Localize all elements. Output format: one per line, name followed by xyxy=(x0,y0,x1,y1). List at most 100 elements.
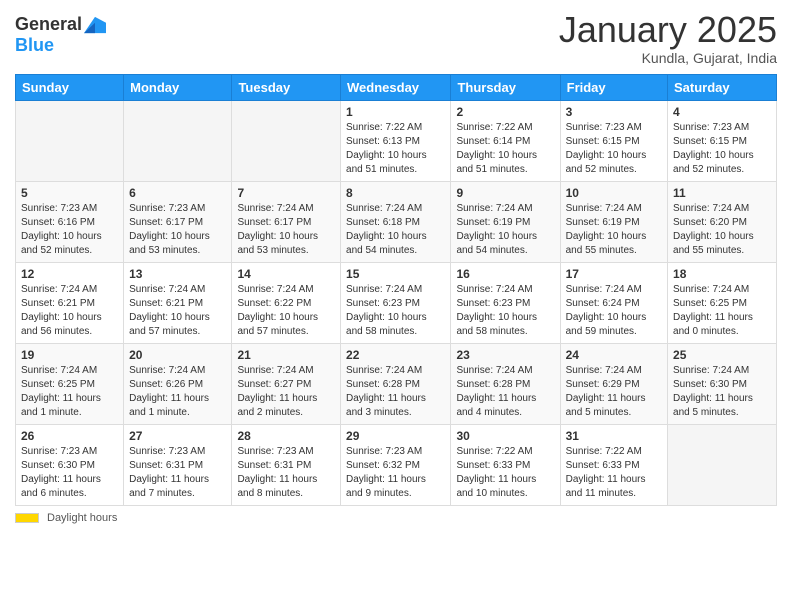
logo-icon xyxy=(84,14,106,36)
daylight-bar-icon xyxy=(15,513,39,523)
day-number: 12 xyxy=(21,267,118,281)
calendar-header-row: Sunday Monday Tuesday Wednesday Thursday… xyxy=(16,74,777,100)
table-row: 2 Sunrise: 7:22 AM Sunset: 6:14 PM Daylig… xyxy=(451,100,560,181)
logo-blue-text: Blue xyxy=(15,36,54,56)
header: General Blue January 2025 Kundla, Gujara… xyxy=(15,10,777,66)
day-number: 6 xyxy=(129,186,226,200)
table-row xyxy=(124,100,232,181)
table-row: 31 Sunrise: 7:22 AM Sunset: 6:33 PM Dayli… xyxy=(560,424,667,505)
day-number: 14 xyxy=(237,267,335,281)
table-row: 27Sunrise: 7:23 AM Sunset: 6:31 PM Dayli… xyxy=(124,424,232,505)
day-number: 8 xyxy=(346,186,445,200)
table-row: 28 Sunrise: 7:23 AM Sunset: 6:31 PM Dayli… xyxy=(232,424,341,505)
day-info: Sunrise: 7:24 AM Sunset: 6:23 PM Dayligh… xyxy=(346,283,445,339)
day-number: 2 xyxy=(456,105,554,119)
table-row: 4Sunrise: 7:23 AM Sunset: 6:15 PM Daylig… xyxy=(668,100,777,181)
day-number: 27 xyxy=(129,429,226,443)
table-row: 23Sunrise: 7:24 AM Sunset: 6:28 PM Dayli… xyxy=(451,343,560,424)
header-friday: Friday xyxy=(560,74,667,100)
day-info: Sunrise: 7:24 AM Sunset: 6:25 PM Dayligh… xyxy=(673,283,771,339)
calendar-table: Sunday Monday Tuesday Wednesday Thursday… xyxy=(15,74,777,506)
calendar-week-row: 12 Sunrise: 7:24 AM Sunset: 6:21 PM Dayli… xyxy=(16,262,777,343)
day-info: Sunrise: 7:23 AM Sunset: 6:16 PM Dayligh… xyxy=(21,202,118,258)
header-thursday: Thursday xyxy=(451,74,560,100)
day-number: 18 xyxy=(673,267,771,281)
day-number: 15 xyxy=(346,267,445,281)
day-info: Sunrise: 7:23 AM Sunset: 6:15 PM Dayligh… xyxy=(673,121,771,177)
day-number: 17 xyxy=(566,267,662,281)
table-row: 13 Sunrise: 7:24 AM Sunset: 6:21 PM Dayli… xyxy=(124,262,232,343)
table-row xyxy=(16,100,124,181)
table-row: 6 Sunrise: 7:23 AM Sunset: 6:17 PM Daylig… xyxy=(124,181,232,262)
day-info: Sunrise: 7:24 AM Sunset: 6:21 PM Dayligh… xyxy=(21,283,118,339)
header-saturday: Saturday xyxy=(668,74,777,100)
day-info: Sunrise: 7:24 AM Sunset: 6:27 PM Dayligh… xyxy=(237,364,335,420)
day-info: Sunrise: 7:24 AM Sunset: 6:28 PM Dayligh… xyxy=(346,364,445,420)
day-number: 28 xyxy=(237,429,335,443)
table-row: 12 Sunrise: 7:24 AM Sunset: 6:21 PM Dayli… xyxy=(16,262,124,343)
day-number: 29 xyxy=(346,429,445,443)
day-info: Sunrise: 7:22 AM Sunset: 6:33 PM Dayligh… xyxy=(566,445,662,501)
table-row: 10Sunrise: 7:24 AM Sunset: 6:19 PM Dayli… xyxy=(560,181,667,262)
header-tuesday: Tuesday xyxy=(232,74,341,100)
calendar-week-row: 5Sunrise: 7:23 AM Sunset: 6:16 PM Daylig… xyxy=(16,181,777,262)
page: General Blue January 2025 Kundla, Gujara… xyxy=(0,0,792,612)
month-title: January 2025 xyxy=(559,10,777,50)
day-info: Sunrise: 7:24 AM Sunset: 6:25 PM Dayligh… xyxy=(21,364,118,420)
table-row: 17 Sunrise: 7:24 AM Sunset: 6:24 PM Dayli… xyxy=(560,262,667,343)
day-info: Sunrise: 7:24 AM Sunset: 6:30 PM Dayligh… xyxy=(673,364,771,420)
footer: Daylight hours xyxy=(15,512,777,524)
day-info: Sunrise: 7:24 AM Sunset: 6:19 PM Dayligh… xyxy=(456,202,554,258)
day-info: Sunrise: 7:23 AM Sunset: 6:17 PM Dayligh… xyxy=(129,202,226,258)
table-row: 5Sunrise: 7:23 AM Sunset: 6:16 PM Daylig… xyxy=(16,181,124,262)
day-number: 13 xyxy=(129,267,226,281)
day-number: 20 xyxy=(129,348,226,362)
logo: General Blue xyxy=(15,14,106,56)
day-number: 25 xyxy=(673,348,771,362)
day-info: Sunrise: 7:23 AM Sunset: 6:30 PM Dayligh… xyxy=(21,445,118,501)
day-number: 16 xyxy=(456,267,554,281)
table-row: 9 Sunrise: 7:24 AM Sunset: 6:19 PM Daylig… xyxy=(451,181,560,262)
footer-row: Daylight hours xyxy=(15,512,777,524)
day-number: 3 xyxy=(566,105,662,119)
day-number: 9 xyxy=(456,186,554,200)
table-row: 30Sunrise: 7:22 AM Sunset: 6:33 PM Dayli… xyxy=(451,424,560,505)
table-row: 3 Sunrise: 7:23 AM Sunset: 6:15 PM Daylig… xyxy=(560,100,667,181)
table-row: 18 Sunrise: 7:24 AM Sunset: 6:25 PM Dayli… xyxy=(668,262,777,343)
day-info: Sunrise: 7:24 AM Sunset: 6:18 PM Dayligh… xyxy=(346,202,445,258)
table-row: 1Sunrise: 7:22 AM Sunset: 6:13 PM Daylig… xyxy=(341,100,451,181)
day-info: Sunrise: 7:23 AM Sunset: 6:31 PM Dayligh… xyxy=(237,445,335,501)
table-row: 19 Sunrise: 7:24 AM Sunset: 6:25 PM Dayli… xyxy=(16,343,124,424)
table-row: 24Sunrise: 7:24 AM Sunset: 6:29 PM Dayli… xyxy=(560,343,667,424)
header-wednesday: Wednesday xyxy=(341,74,451,100)
table-row: 14 Sunrise: 7:24 AM Sunset: 6:22 PM Dayli… xyxy=(232,262,341,343)
day-info: Sunrise: 7:23 AM Sunset: 6:32 PM Dayligh… xyxy=(346,445,445,501)
day-info: Sunrise: 7:24 AM Sunset: 6:22 PM Dayligh… xyxy=(237,283,335,339)
day-info: Sunrise: 7:22 AM Sunset: 6:33 PM Dayligh… xyxy=(456,445,554,501)
day-number: 19 xyxy=(21,348,118,362)
day-info: Sunrise: 7:22 AM Sunset: 6:13 PM Dayligh… xyxy=(346,121,445,177)
table-row: 29 Sunrise: 7:23 AM Sunset: 6:32 PM Dayli… xyxy=(341,424,451,505)
day-info: Sunrise: 7:24 AM Sunset: 6:21 PM Dayligh… xyxy=(129,283,226,339)
day-info: Sunrise: 7:24 AM Sunset: 6:23 PM Dayligh… xyxy=(456,283,554,339)
table-row: 26Sunrise: 7:23 AM Sunset: 6:30 PM Dayli… xyxy=(16,424,124,505)
day-info: Sunrise: 7:24 AM Sunset: 6:17 PM Dayligh… xyxy=(237,202,335,258)
table-row: 8 Sunrise: 7:24 AM Sunset: 6:18 PM Daylig… xyxy=(341,181,451,262)
day-number: 7 xyxy=(237,186,335,200)
day-info: Sunrise: 7:23 AM Sunset: 6:15 PM Dayligh… xyxy=(566,121,662,177)
day-info: Sunrise: 7:24 AM Sunset: 6:19 PM Dayligh… xyxy=(566,202,662,258)
day-info: Sunrise: 7:22 AM Sunset: 6:14 PM Dayligh… xyxy=(456,121,554,177)
day-number: 31 xyxy=(566,429,662,443)
table-row: 11Sunrise: 7:24 AM Sunset: 6:20 PM Dayli… xyxy=(668,181,777,262)
logo-general-text: General xyxy=(15,15,82,35)
calendar-week-row: 1Sunrise: 7:22 AM Sunset: 6:13 PM Daylig… xyxy=(16,100,777,181)
calendar-week-row: 19 Sunrise: 7:24 AM Sunset: 6:25 PM Dayli… xyxy=(16,343,777,424)
day-number: 24 xyxy=(566,348,662,362)
table-row: 15 Sunrise: 7:24 AM Sunset: 6:23 PM Dayli… xyxy=(341,262,451,343)
calendar-week-row: 26Sunrise: 7:23 AM Sunset: 6:30 PM Dayli… xyxy=(16,424,777,505)
day-number: 21 xyxy=(237,348,335,362)
title-block: January 2025 Kundla, Gujarat, India xyxy=(559,10,777,66)
header-monday: Monday xyxy=(124,74,232,100)
day-info: Sunrise: 7:24 AM Sunset: 6:24 PM Dayligh… xyxy=(566,283,662,339)
day-number: 22 xyxy=(346,348,445,362)
